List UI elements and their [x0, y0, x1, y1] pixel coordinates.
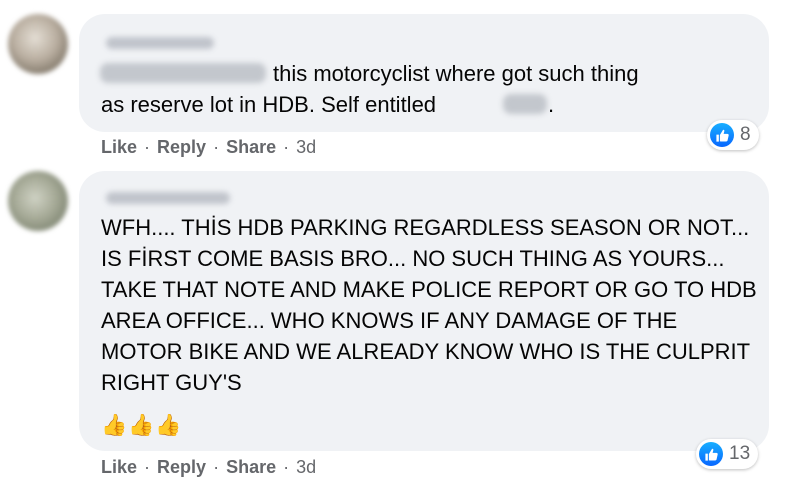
like-button[interactable]: Like [101, 457, 137, 478]
timestamp[interactable]: 3d [296, 137, 316, 158]
comment-actions: Like · Reply · Share · 3d [101, 137, 316, 158]
commenter-name-blurred[interactable] [106, 192, 230, 204]
share-button[interactable]: Share [226, 457, 276, 478]
avatar[interactable] [8, 14, 68, 74]
reaction-count: 13 [729, 443, 751, 464]
comment-text-line: this motorcyclist where got such thing [273, 61, 639, 86]
separator: · [144, 137, 151, 157]
reaction-summary[interactable]: 8 [707, 120, 759, 150]
redacted-text [100, 63, 266, 83]
avatar[interactable] [8, 171, 68, 231]
thumbs-up-emoji: 👍👍👍 [101, 414, 183, 437]
comment-actions: Like · Reply · Share · 3d [101, 457, 316, 478]
like-reaction-icon [699, 442, 723, 466]
reply-button[interactable]: Reply [157, 457, 206, 478]
like-reaction-icon [710, 123, 734, 147]
separator: · [144, 457, 151, 477]
comment-text: WFH.... THİS HDB PARKING REGARDLESS SEAS… [101, 215, 762, 395]
reaction-count: 8 [740, 124, 751, 145]
separator: · [283, 457, 290, 477]
reply-button[interactable]: Reply [157, 137, 206, 158]
like-button[interactable]: Like [101, 137, 137, 158]
timestamp[interactable]: 3d [296, 457, 316, 478]
separator: · [213, 457, 220, 477]
separator: · [283, 137, 290, 157]
comment-text-line: as reserve lot in HDB. Self entitled [101, 92, 437, 117]
reaction-summary[interactable]: 13 [696, 439, 759, 469]
commenter-name-blurred[interactable] [106, 37, 214, 49]
share-button[interactable]: Share [226, 137, 276, 158]
redacted-text [503, 94, 547, 114]
separator: · [213, 137, 220, 157]
comment-text-end: . [548, 92, 555, 117]
previous-comment-actions-blurred [195, 0, 305, 6]
